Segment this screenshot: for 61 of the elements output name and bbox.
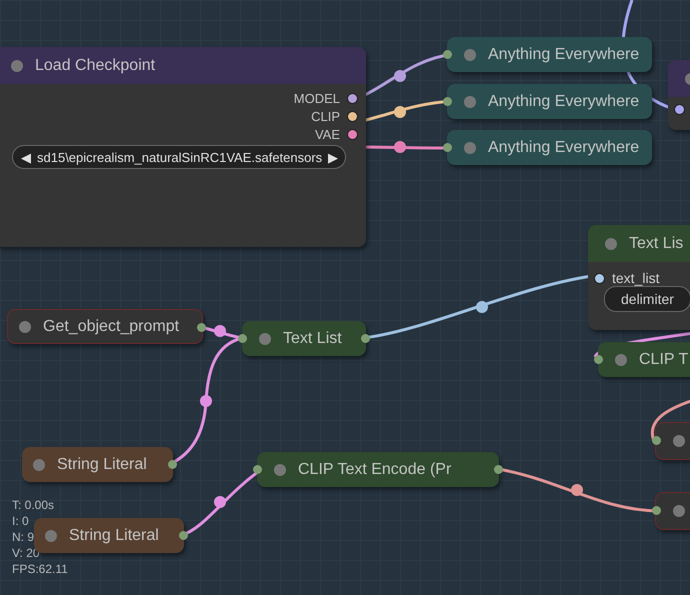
collapse-dot-icon[interactable] [673, 505, 685, 517]
collapse-dot-icon[interactable] [274, 464, 286, 476]
node-title: Anything Everywhere [488, 138, 640, 156]
input-slot[interactable] [443, 50, 452, 59]
collapse-dot-icon[interactable] [464, 96, 476, 108]
node-title: String Literal [69, 526, 159, 544]
collapsed-node[interactable]: Get_object_prompt [7, 309, 203, 344]
output-slot[interactable] [179, 531, 188, 540]
node-title: Load Checkpoint [35, 56, 156, 74]
output-slot[interactable] [361, 334, 370, 343]
node-header[interactable]: Load Checkpoint [0, 47, 366, 84]
input-slot[interactable] [443, 143, 452, 152]
collapse-dot-icon[interactable] [19, 320, 31, 332]
node-title: Anything Everywhere [488, 92, 640, 110]
node-header[interactable]: Text Lis [588, 225, 690, 262]
stats-text: N: 9 [12, 529, 34, 545]
node-title: CLIP Text Encode (Pr [298, 460, 452, 478]
input-slot[interactable] [443, 97, 452, 106]
collapse-dot-icon[interactable] [259, 332, 271, 344]
collapse-dot-icon[interactable] [605, 238, 617, 250]
input-slot[interactable] [238, 334, 247, 343]
node-title: String Literal [57, 456, 147, 474]
collapse-dot-icon[interactable] [615, 354, 627, 366]
output-slot[interactable] [168, 460, 177, 469]
input-slot[interactable] [595, 274, 604, 282]
output-label: CLIP [311, 109, 340, 124]
stats-text: I: 0 [12, 513, 29, 529]
text-widget[interactable]: delimiter [604, 286, 690, 312]
input-slot[interactable] [594, 355, 603, 364]
node-title: Get_object_prompt [43, 318, 180, 336]
node-title: Anything Everywhere [488, 46, 640, 64]
collapse-dot-icon[interactable] [45, 530, 57, 542]
input-slot[interactable] [652, 506, 661, 515]
collapse-dot-icon[interactable] [33, 458, 45, 470]
left-arrow[interactable]: ◀ [21, 150, 31, 164]
output-slot[interactable] [494, 465, 503, 474]
input-label: text_list [612, 270, 660, 286]
output-slot[interactable] [348, 130, 357, 139]
stats-text: T: 0.00s [12, 497, 54, 513]
node-card[interactable]: Load Checkpoint MODEL CLIP VAE ◀ sd15\epicrealism_naturalSinRC1VAE.safetensors ▶ [0, 47, 366, 247]
collapse-dot-icon[interactable] [464, 48, 476, 60]
collapsed-node[interactable] [655, 422, 690, 460]
input-slot[interactable] [253, 465, 262, 474]
output-slot[interactable] [197, 323, 206, 332]
output-label: MODEL [294, 91, 340, 106]
collapse-dot-icon[interactable] [11, 60, 23, 72]
collapse-dot-icon[interactable] [673, 435, 685, 447]
input-slot[interactable] [652, 436, 661, 445]
collapsed-node[interactable] [655, 492, 690, 530]
node-title: Text List [283, 330, 342, 348]
input-slot[interactable] [675, 105, 684, 114]
node-title: Text Lis [629, 234, 684, 252]
stats-text: FPS:62.11 [12, 561, 68, 577]
output-slot[interactable] [348, 112, 357, 121]
output-label: VAE [314, 127, 340, 142]
right-arrow[interactable]: ▶ [328, 150, 338, 164]
node-card[interactable]: Text Lis text_list delimiter [588, 225, 690, 330]
node-title: CLIP T [639, 350, 688, 368]
collapse-dot-icon[interactable] [464, 142, 476, 154]
combo-widget[interactable]: ◀ sd15\epicrealism_naturalSinRC1VAE.safetensors ▶ [12, 145, 346, 169]
output-slot[interactable] [348, 94, 357, 103]
